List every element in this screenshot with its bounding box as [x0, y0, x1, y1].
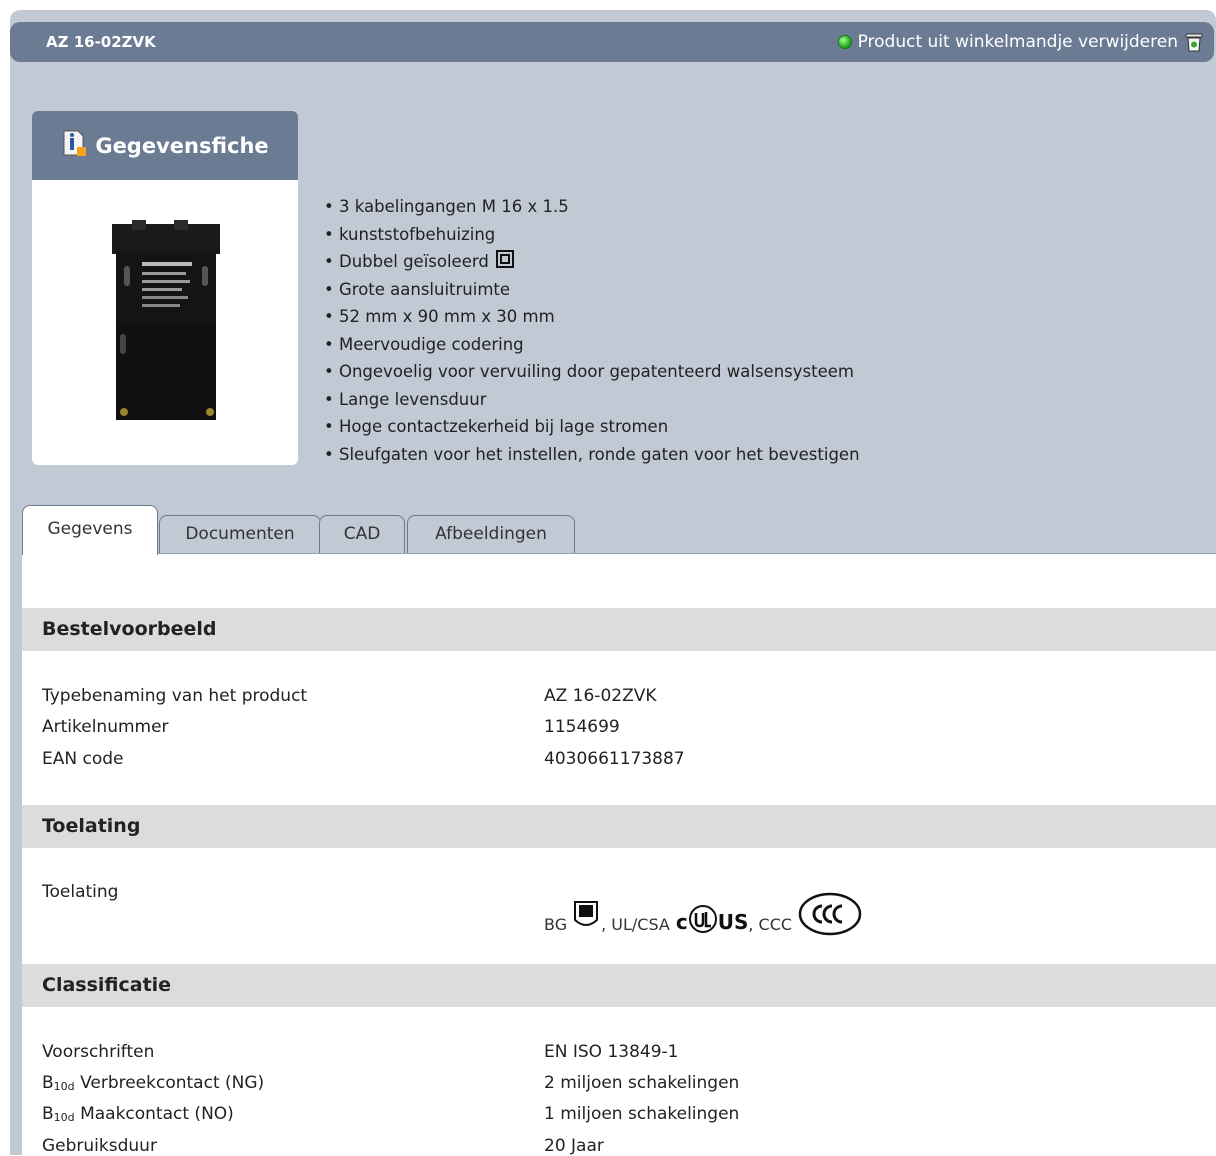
row-value: AZ 16-02ZVK — [544, 686, 657, 706]
tab-documenten[interactable]: Documenten — [159, 515, 321, 553]
feature-item: Hoge contactzekerheid bij lage stromen — [324, 413, 860, 441]
section-heading: Toelating — [22, 805, 1216, 848]
approval-marks: BG , UL/CSA c US , CCC — [544, 872, 862, 936]
ccc-mark-icon — [798, 892, 862, 936]
row-label: Voorschriften — [42, 1042, 155, 1062]
datasheet-card: Gegevensfiche — [32, 111, 298, 465]
feature-item: kunststofbehuizing — [324, 221, 860, 249]
tab-afbeeldingen[interactable]: Afbeeldingen — [407, 515, 575, 553]
feature-item: Grote aansluitruimte — [324, 276, 860, 304]
section-heading: Bestelvoorbeeld — [22, 608, 1216, 651]
row-label: B10d Verbreekcontact (NG) — [42, 1073, 265, 1093]
feature-list: 3 kabelingangen M 16 x 1.5 kunststofbehu… — [324, 193, 860, 468]
row-label: Gebruiksduur — [42, 1136, 157, 1156]
green-dot-icon — [837, 35, 852, 49]
c-ul-us-mark-icon: c US — [676, 904, 748, 934]
tab-content: Bestelvoorbeeld Typebenaming van het pro… — [22, 553, 1216, 1156]
datasheet-button[interactable]: Gegevensfiche — [32, 111, 298, 180]
row-label: Typebenaming van het product — [42, 686, 308, 706]
section-heading: Classificatie — [22, 964, 1216, 1007]
feature-item: Dubbel geïsoleerd — [324, 248, 860, 276]
row-label: Toelating — [42, 882, 119, 902]
feature-item: Lange levensduur — [324, 386, 860, 414]
feature-item: Ongevoelig voor vervuiling door gepatent… — [324, 358, 860, 386]
row-value: 1154699 — [544, 717, 620, 737]
row-value: EN ISO 13849-1 — [544, 1042, 679, 1062]
datasheet-label: Gegevensfiche — [95, 133, 269, 158]
product-name: AZ 16-02ZVK — [46, 33, 156, 51]
approval-ccc-label: CCC — [758, 915, 793, 934]
tab-cad[interactable]: CAD — [319, 515, 405, 553]
remove-from-cart-link[interactable]: Product uit winkelmandje verwijderen — [837, 22, 1204, 62]
row-value: 20 Jaar — [544, 1136, 604, 1156]
row-value: 4030661173887 — [544, 749, 685, 769]
double-insulation-icon — [496, 250, 515, 268]
row-value: 1 miljoen schakelingen — [544, 1104, 740, 1124]
row-label: Artikelnummer — [42, 717, 169, 737]
product-image — [112, 220, 220, 420]
info-document-icon — [61, 129, 87, 162]
tab-gegevens[interactable]: Gegevens — [22, 505, 158, 555]
feature-item: 52 mm x 90 mm x 30 mm — [324, 303, 860, 331]
row-label: EAN code — [42, 749, 124, 769]
approval-bg-label: BG — [544, 915, 568, 934]
row-label: B10d Maakcontact (NO) — [42, 1104, 234, 1124]
remove-from-cart-label: Product uit winkelmandje verwijderen — [857, 32, 1178, 52]
bg-mark-icon — [574, 901, 599, 926]
feature-item: Meervoudige codering — [324, 331, 860, 359]
feature-item: 3 kabelingangen M 16 x 1.5 — [324, 193, 860, 221]
feature-item: Sleufgaten voor het instellen, ronde gat… — [324, 441, 860, 469]
approval-ulcsa-label: UL/CSA — [611, 915, 670, 934]
row-value: 2 miljoen schakelingen — [544, 1073, 740, 1093]
product-title-bar: AZ 16-02ZVK Product uit winkelmandje ver… — [10, 22, 1214, 62]
trash-icon[interactable] — [1184, 31, 1204, 53]
